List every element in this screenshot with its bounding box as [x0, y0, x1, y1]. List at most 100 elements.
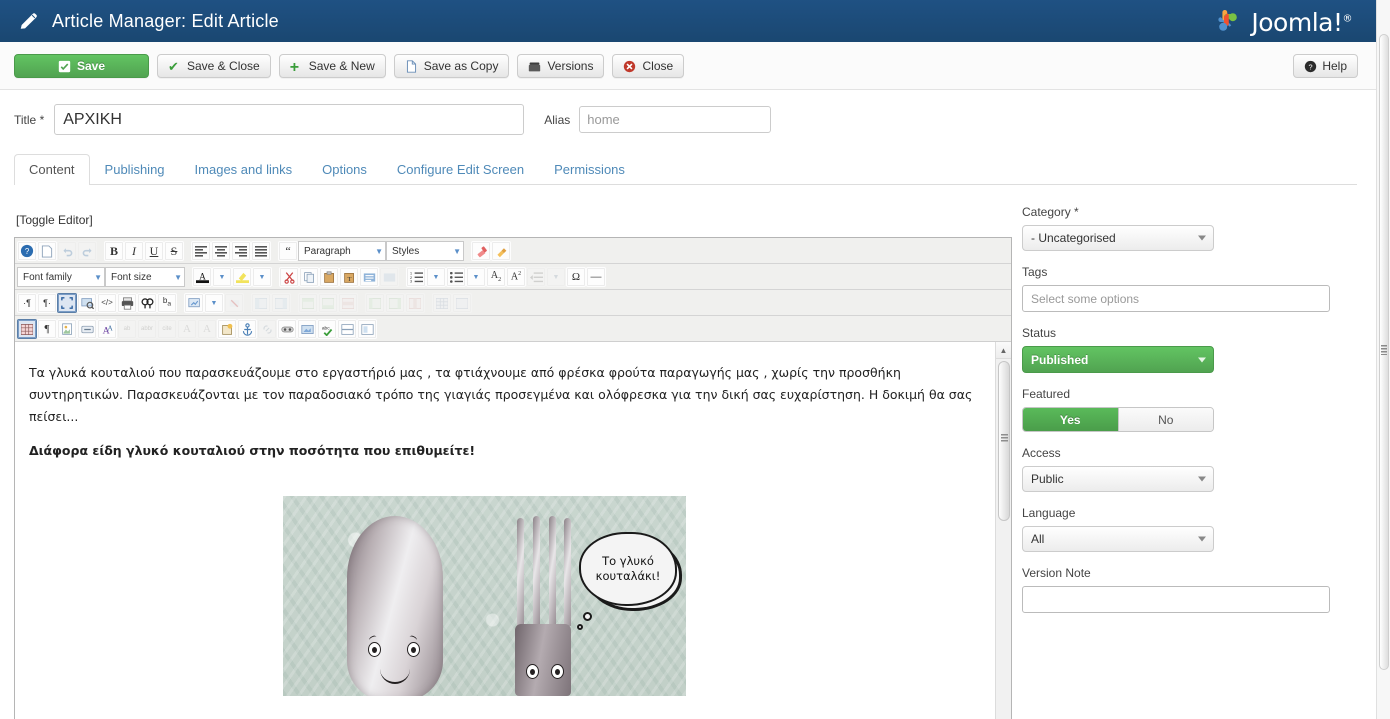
numbered-list-chevron-icon[interactable]: ▼: [426, 267, 446, 287]
tab-configure-edit-screen[interactable]: Configure Edit Screen: [382, 154, 539, 185]
save-as-copy-button[interactable]: Save as Copy: [393, 54, 510, 78]
category-select[interactable]: - Uncategorised: [1022, 225, 1214, 251]
tags-input[interactable]: Select some options: [1022, 285, 1330, 312]
abbreviation-icon[interactable]: ab: [117, 319, 137, 339]
find-replace-icon[interactable]: [137, 293, 157, 313]
align-left-icon[interactable]: [191, 241, 211, 261]
editor-scrollbar-thumb[interactable]: [998, 361, 1010, 521]
featured-yes-button[interactable]: Yes: [1023, 408, 1118, 431]
horizontal-rule-icon[interactable]: —: [586, 267, 606, 287]
font-size-select[interactable]: Font size ▼: [105, 267, 185, 287]
font-family-select[interactable]: Font family ▼: [17, 267, 105, 287]
insert-module-icon[interactable]: [357, 319, 377, 339]
editor-content-area[interactable]: Τα γλυκά κουταλιού που παρασκευάζουμε στ…: [15, 342, 1011, 719]
insert-image-manager-icon[interactable]: [57, 319, 77, 339]
insert-row-after-icon[interactable]: [318, 293, 338, 313]
toggle-editor-link[interactable]: [Toggle Editor]: [16, 213, 93, 227]
rtl-direction-icon[interactable]: ¶·: [37, 293, 57, 313]
language-select[interactable]: All: [1022, 526, 1214, 552]
scroll-up-arrow-icon[interactable]: ▲: [996, 342, 1011, 359]
insert-picture-icon[interactable]: [297, 319, 317, 339]
table-row-props-icon[interactable]: [271, 293, 291, 313]
redo-icon[interactable]: [77, 241, 97, 261]
source-code-icon[interactable]: </>: [97, 293, 117, 313]
tab-content[interactable]: Content: [14, 154, 90, 185]
numbered-list-icon[interactable]: 123: [406, 267, 426, 287]
insert-readmore-icon[interactable]: [77, 319, 97, 339]
insert-anchor-icon[interactable]: [237, 319, 257, 339]
bullet-list-icon[interactable]: [446, 267, 466, 287]
italic-icon[interactable]: I: [124, 241, 144, 261]
delete-column-icon[interactable]: [405, 293, 425, 313]
version-note-input[interactable]: [1022, 586, 1330, 613]
delete-style-icon[interactable]: A: [197, 319, 217, 339]
cleanup-icon[interactable]: [491, 241, 511, 261]
save-button[interactable]: Save: [14, 54, 149, 78]
strikethrough-icon[interactable]: S: [164, 241, 184, 261]
cut-icon[interactable]: [279, 267, 299, 287]
align-center-icon[interactable]: [211, 241, 231, 261]
fullscreen-icon[interactable]: [57, 293, 77, 313]
indent-chevron-icon[interactable]: ▼: [546, 267, 566, 287]
acronym-icon[interactable]: abbr: [137, 319, 157, 339]
help-icon[interactable]: ?: [17, 241, 37, 261]
tab-permissions[interactable]: Permissions: [539, 154, 640, 185]
bold-icon[interactable]: B: [104, 241, 124, 261]
toggle-visual-aids-icon[interactable]: [77, 293, 97, 313]
access-select[interactable]: Public: [1022, 466, 1214, 492]
split-cells-icon[interactable]: [432, 293, 452, 313]
unlink-icon[interactable]: [224, 293, 244, 313]
paste-from-word-icon[interactable]: [359, 267, 379, 287]
blockquote-icon[interactable]: “: [278, 241, 298, 261]
table-cell-props-icon[interactable]: [251, 293, 271, 313]
insert-nonbreaking-space-icon[interactable]: A: [177, 319, 197, 339]
outdent-icon[interactable]: [526, 267, 546, 287]
subscript-icon[interactable]: A2: [486, 267, 506, 287]
background-color-icon[interactable]: [232, 267, 252, 287]
status-select[interactable]: Published: [1022, 346, 1214, 373]
tab-options[interactable]: Options: [307, 154, 382, 185]
spoon-and-fork-image[interactable]: Το γλυκό κουταλάκι!: [283, 495, 686, 696]
special-character-icon[interactable]: Ω: [566, 267, 586, 287]
text-color-chevron-icon[interactable]: ▼: [212, 267, 232, 287]
citation-icon[interactable]: cite: [157, 319, 177, 339]
text-color-icon[interactable]: A: [192, 267, 212, 287]
replace-icon[interactable]: ba: [157, 293, 177, 313]
paste-as-text-icon[interactable]: T: [339, 267, 359, 287]
bullet-list-chevron-icon[interactable]: ▼: [466, 267, 486, 287]
insert-media-icon[interactable]: [277, 319, 297, 339]
align-right-icon[interactable]: [231, 241, 251, 261]
insert-link-icon[interactable]: [257, 319, 277, 339]
editor-scrollbar[interactable]: ▲: [995, 342, 1011, 719]
close-button[interactable]: Close: [612, 54, 685, 78]
ltr-direction-icon[interactable]: ·¶: [17, 293, 37, 313]
versions-button[interactable]: Versions: [517, 54, 605, 78]
window-scrollbar-thumb[interactable]: [1379, 34, 1389, 670]
spellcheck-icon[interactable]: abc: [317, 319, 337, 339]
help-button[interactable]: ? Help: [1293, 54, 1358, 78]
align-justify-icon[interactable]: [251, 241, 271, 261]
tab-publishing[interactable]: Publishing: [90, 154, 180, 185]
insert-table-icon[interactable]: [17, 319, 37, 339]
merge-cells-icon[interactable]: [452, 293, 472, 313]
copy-icon[interactable]: [299, 267, 319, 287]
tab-images-and-links[interactable]: Images and links: [180, 154, 308, 185]
insert-edit-image-icon[interactable]: [184, 293, 204, 313]
insert-template-icon[interactable]: [217, 319, 237, 339]
image-chevron-icon[interactable]: ▼: [204, 293, 224, 313]
undo-icon[interactable]: [57, 241, 77, 261]
insert-row-before-icon[interactable]: [298, 293, 318, 313]
alias-input[interactable]: [579, 106, 772, 133]
paste-icon[interactable]: [319, 267, 339, 287]
insert-page-break-icon[interactable]: AA: [97, 319, 117, 339]
superscript-icon[interactable]: A2: [506, 267, 526, 287]
block-format-select[interactable]: Paragraph ▼: [298, 241, 386, 261]
save-and-close-button[interactable]: ✔ Save & Close: [157, 54, 271, 78]
insert-horizontal-line-icon[interactable]: [337, 319, 357, 339]
remove-format-icon[interactable]: [471, 241, 491, 261]
background-color-chevron-icon[interactable]: ▼: [252, 267, 272, 287]
insert-column-before-icon[interactable]: [365, 293, 385, 313]
underline-icon[interactable]: U: [144, 241, 164, 261]
styles-select[interactable]: Styles ▼: [386, 241, 464, 261]
featured-no-button[interactable]: No: [1117, 408, 1213, 431]
